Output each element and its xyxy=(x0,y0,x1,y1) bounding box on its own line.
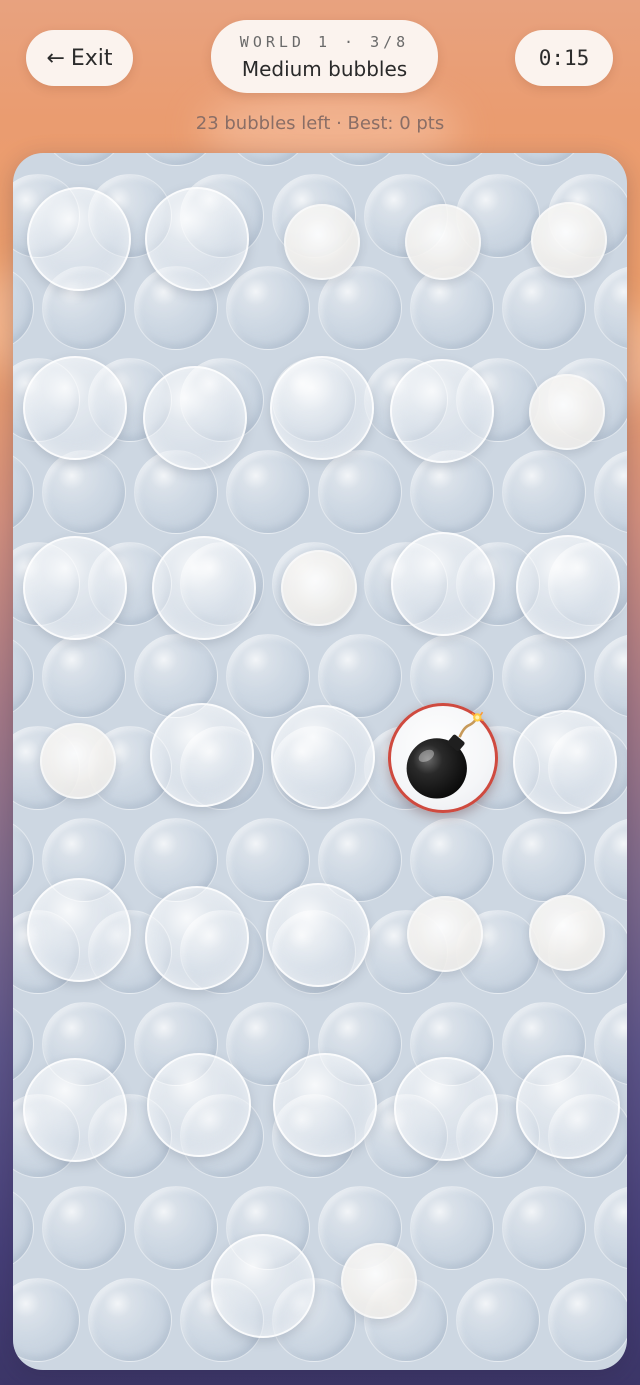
bubble-wrap-cell xyxy=(502,450,586,534)
popped-bubble[interactable] xyxy=(531,202,607,278)
world-label: WORLD 1 · 3/8 xyxy=(239,32,410,51)
bubble[interactable] xyxy=(152,536,256,640)
exit-label: Exit xyxy=(70,45,113,71)
bubble[interactable] xyxy=(391,532,495,636)
bubble-wrap-cell xyxy=(410,1186,494,1270)
bubble-wrap-cell xyxy=(318,153,402,166)
bubble-wrap-cell xyxy=(456,1278,540,1362)
bubble-wrap-cell xyxy=(13,266,34,350)
timer: 0:15 xyxy=(515,30,613,86)
game-screen: ← Exit WORLD 1 · 3/8 Medium bubbles 0:15… xyxy=(0,0,640,1385)
bubble-wrap-cell xyxy=(42,450,126,534)
bubble[interactable] xyxy=(266,883,370,987)
popped-bubble[interactable] xyxy=(40,723,116,799)
bubble-wrap-cell xyxy=(134,153,218,166)
bubble-wrap-cell xyxy=(226,153,310,166)
popped-bubble[interactable] xyxy=(407,896,483,972)
arrow-left-icon: ← xyxy=(46,45,65,71)
bubble-wrap-cell xyxy=(410,818,494,902)
bubble[interactable] xyxy=(513,710,617,814)
bubble-wrap-cell xyxy=(134,1186,218,1270)
bubble[interactable] xyxy=(145,187,249,291)
bomb-icon xyxy=(406,711,484,799)
popped-bubble[interactable] xyxy=(529,895,605,971)
bubble-wrap-cell xyxy=(594,634,627,718)
bubble[interactable] xyxy=(145,886,249,990)
bubble-wrap-cell xyxy=(594,266,627,350)
bubble[interactable] xyxy=(390,359,494,463)
bubble[interactable] xyxy=(147,1053,251,1157)
bubble-wrap-cell xyxy=(13,1002,34,1086)
bubble-wrap-cell xyxy=(226,266,310,350)
bubble-wrap-cell xyxy=(594,1186,627,1270)
bubble[interactable] xyxy=(516,535,620,639)
bubble[interactable] xyxy=(270,356,374,460)
bubble[interactable] xyxy=(23,536,127,640)
bubble-wrap-cell xyxy=(318,450,402,534)
bubble-wrap-cell xyxy=(502,634,586,718)
bubble[interactable] xyxy=(143,366,247,470)
bubble-wrap-cell xyxy=(502,266,586,350)
bubble-wrap-cell xyxy=(502,818,586,902)
bubble[interactable] xyxy=(27,187,131,291)
bubble-wrap-cell xyxy=(594,450,627,534)
bubble-wrap-cell xyxy=(42,153,126,166)
popped-bubble[interactable] xyxy=(341,1243,417,1319)
bubble-wrap-cell xyxy=(88,1278,172,1362)
bubble[interactable] xyxy=(516,1055,620,1159)
bubble[interactable] xyxy=(27,878,131,982)
bubble-wrap-cell xyxy=(13,634,34,718)
bubble-wrap-cell xyxy=(502,1186,586,1270)
bubble-wrap-cell xyxy=(226,450,310,534)
popped-bubble[interactable] xyxy=(529,374,605,450)
bubble[interactable] xyxy=(23,356,127,460)
popped-bubble[interactable] xyxy=(405,204,481,280)
bubble[interactable] xyxy=(271,705,375,809)
bubble-wrap-cell xyxy=(594,818,627,902)
bubble-wrap-cell xyxy=(13,450,34,534)
bubble[interactable] xyxy=(394,1057,498,1161)
bubble-wrap-cell xyxy=(13,1186,34,1270)
bubble[interactable] xyxy=(273,1053,377,1157)
bubble-wrap-cell xyxy=(42,1186,126,1270)
bubble[interactable] xyxy=(23,1058,127,1162)
bubble-wrap-cell xyxy=(13,153,34,166)
status-text: 23 bubbles left · Best: 0 pts xyxy=(195,113,445,134)
bubble[interactable] xyxy=(211,1234,315,1338)
bubble-wrap-cell xyxy=(13,818,34,902)
level-title: Medium bubbles xyxy=(241,56,408,81)
level-indicator: WORLD 1 · 3/8 Medium bubbles xyxy=(211,20,438,93)
bubble-wrap-cell xyxy=(502,153,586,166)
bubble-wrap-cell xyxy=(410,450,494,534)
bubble[interactable] xyxy=(150,703,254,807)
bubble-wrap-cell xyxy=(42,634,126,718)
bubble-wrap-cell xyxy=(410,153,494,166)
popped-bubble[interactable] xyxy=(281,550,357,626)
bomb-bubble[interactable] xyxy=(388,703,498,813)
bubble-wrap-cell xyxy=(13,1278,80,1362)
bubble-wrap-cell xyxy=(548,1278,627,1362)
bubble-wrap-cell xyxy=(226,634,310,718)
bubble-board xyxy=(13,153,627,1370)
popped-bubble[interactable] xyxy=(284,204,360,280)
exit-button[interactable]: ← Exit xyxy=(26,30,133,86)
bubble-wrap-cell xyxy=(594,153,627,166)
